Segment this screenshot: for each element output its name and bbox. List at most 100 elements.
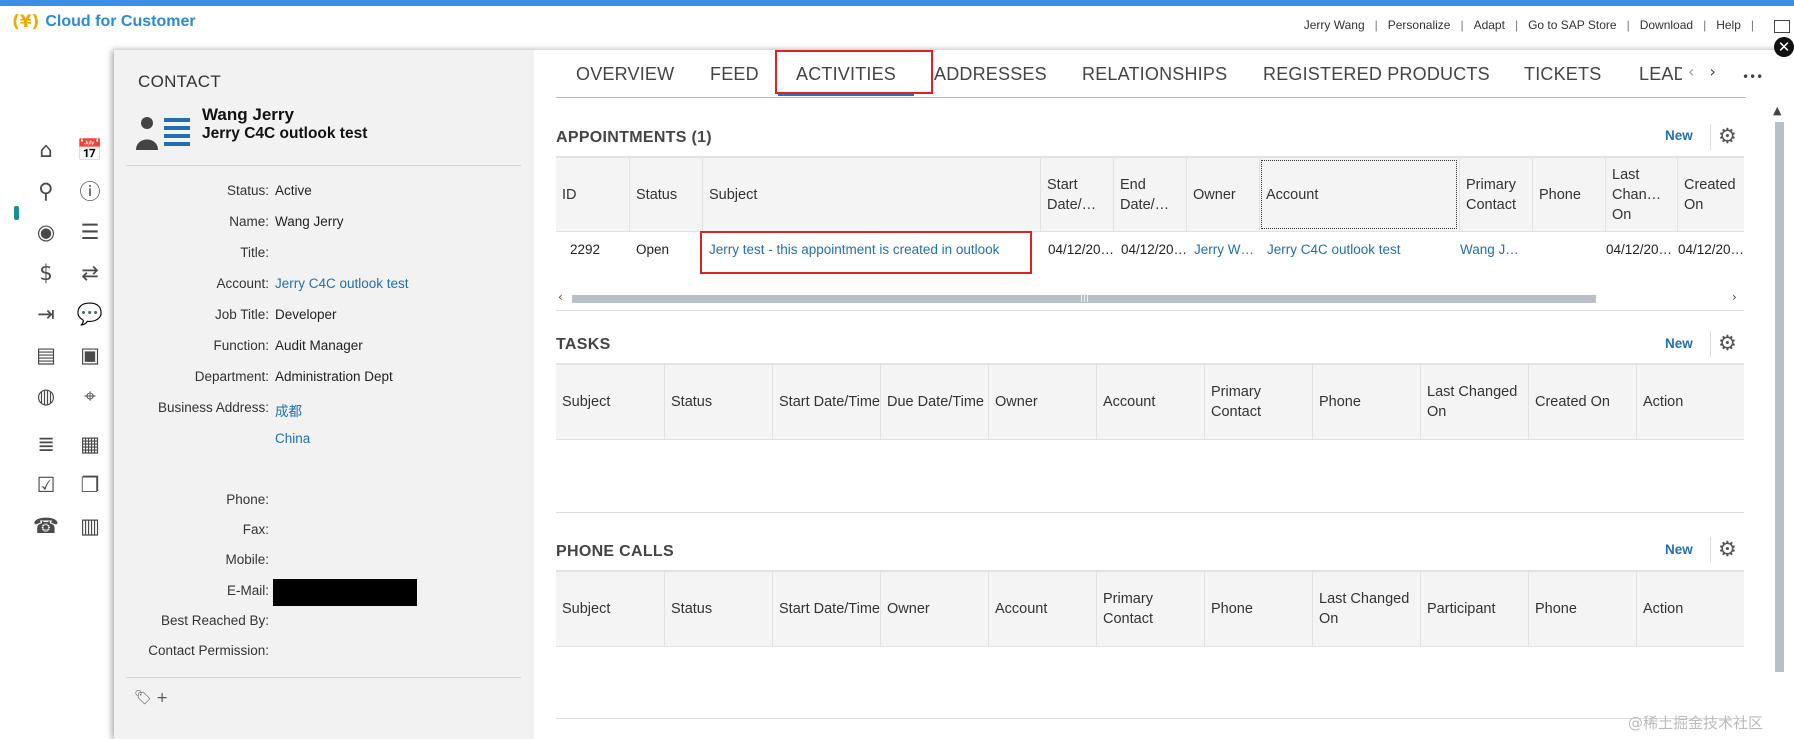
tab-addresses[interactable]: ADDRESSES — [934, 64, 1047, 85]
scroll-thumb[interactable] — [1775, 122, 1784, 672]
column-header[interactable]: Last Changed On — [1312, 572, 1420, 646]
tag-area[interactable]: 🏷 + — [134, 690, 168, 706]
dollar-icon[interactable]: $ — [32, 259, 60, 287]
calendar-icon[interactable]: 📅 — [76, 136, 104, 164]
column-header[interactable]: Phone — [1532, 158, 1605, 231]
nav-personalize[interactable]: Personalize — [1388, 18, 1451, 32]
tab-tickets[interactable]: TICKETS — [1524, 64, 1601, 85]
redacted-email — [273, 579, 417, 606]
phone-calls-new-button[interactable]: New — [1665, 542, 1693, 557]
column-header[interactable]: Owner — [988, 365, 1096, 439]
dollar-doc-icon[interactable]: ▣ — [76, 341, 104, 369]
list-icon[interactable]: ≣ — [32, 430, 60, 458]
gear-icon[interactable]: ⚙ — [1718, 331, 1737, 355]
alert-icon[interactable]: ⓘ — [76, 177, 104, 205]
scroll-up-icon[interactable]: ▲ — [1773, 104, 1781, 117]
nav-user[interactable]: Jerry Wang — [1304, 18, 1365, 32]
docs-icon[interactable]: ❐ — [76, 471, 104, 499]
column-header[interactable]: Subject — [556, 365, 664, 439]
nav-adapt[interactable]: Adapt — [1474, 18, 1505, 32]
column-header[interactable]: Last Changed On — [1420, 365, 1528, 439]
field-label: Function: — [213, 338, 269, 353]
column-header[interactable]: Phone — [1312, 365, 1420, 439]
tab-leads[interactable]: LEADS — [1639, 64, 1682, 85]
nav-download[interactable]: Download — [1640, 18, 1693, 32]
address-country[interactable]: China — [275, 431, 310, 446]
column-header[interactable]: Account — [988, 572, 1096, 646]
appointments-horizontal-scrollbar[interactable]: ‹ ||| › — [556, 290, 1744, 305]
app-logo[interactable]: (¥) Cloud for Customer — [12, 12, 196, 32]
contact-account: Jerry C4C outlook test — [202, 125, 368, 142]
column-header[interactable]: Participant — [1420, 572, 1528, 646]
column-header[interactable]: Phone — [1204, 572, 1312, 646]
nav-help[interactable]: Help — [1716, 18, 1741, 32]
column-header[interactable]: Start Date/Time — [772, 365, 880, 439]
search-icon[interactable]: ⚲ — [32, 177, 60, 205]
tab-registered-products[interactable]: REGISTERED PRODUCTS — [1263, 64, 1490, 85]
tab-overview[interactable]: OVERVIEW — [576, 64, 674, 85]
column-header[interactable]: Primary Contact — [1459, 158, 1532, 231]
grip-icon: ||| — [1080, 293, 1090, 303]
transfer-icon[interactable]: ⇄ — [76, 259, 104, 287]
home-icon[interactable]: ⌂ — [32, 136, 60, 164]
phone-calls-table-header: Subject Status Start Date/Time Owner Account… — [556, 570, 1744, 647]
column-header[interactable]: End Date/… — [1113, 158, 1186, 231]
tasks-new-button[interactable]: New — [1665, 336, 1693, 351]
column-header[interactable]: Owner — [880, 572, 988, 646]
column-header[interactable]: Account — [1096, 365, 1204, 439]
column-header[interactable]: Action — [1636, 365, 1744, 439]
column-header[interactable]: Action — [1636, 572, 1744, 646]
column-header[interactable]: Primary Contact — [1204, 365, 1312, 439]
column-header[interactable]: Primary Contact — [1096, 572, 1204, 646]
column-header[interactable]: Subject — [702, 158, 1040, 231]
field-value: Wang Jerry — [275, 214, 344, 229]
gear-icon[interactable]: ⚙ — [1718, 124, 1737, 148]
chevron-left-icon[interactable]: ‹ — [1688, 62, 1694, 81]
add-tag-button[interactable]: + — [156, 690, 168, 706]
column-header[interactable]: Start Date/… — [1040, 158, 1113, 231]
checklist-icon[interactable]: ☑ — [32, 471, 60, 499]
appt-account-link[interactable]: Jerry C4C outlook test — [1267, 242, 1401, 257]
column-header[interactable]: Status — [664, 365, 772, 439]
column-header[interactable]: Start Date/Time — [772, 572, 880, 646]
column-header[interactable]: ID — [556, 158, 629, 231]
calendar2-icon[interactable]: ▦ — [76, 430, 104, 458]
forecast-icon[interactable]: ⇥ — [32, 300, 60, 328]
column-header[interactable]: Phone — [1528, 572, 1636, 646]
map-icon[interactable]: ⌖ — [76, 382, 104, 410]
appointments-new-button[interactable]: New — [1665, 128, 1693, 143]
field-value: Developer — [275, 307, 337, 322]
person-icon[interactable]: ◉ — [32, 218, 60, 246]
column-header[interactable]: Account — [1259, 158, 1459, 231]
contact-list-icon[interactable]: ☰ — [76, 218, 104, 246]
window-icon[interactable] — [1774, 20, 1790, 33]
appt-owner-link[interactable]: Jerry W… — [1194, 242, 1254, 257]
chat-money-icon[interactable]: 💬 — [76, 300, 104, 328]
more-icon[interactable]: ••• — [1742, 70, 1763, 84]
nav-sap-store[interactable]: Go to SAP Store — [1528, 18, 1617, 32]
field-value[interactable]: Jerry C4C outlook test — [275, 276, 409, 291]
tab-relationships[interactable]: RELATIONSHIPS — [1082, 64, 1227, 85]
gear-icon[interactable]: ⚙ — [1718, 537, 1737, 561]
appt-contact-link[interactable]: Wang J… — [1460, 242, 1519, 257]
column-header[interactable]: Due Date/Time — [880, 365, 988, 439]
chevron-right-icon[interactable]: › — [1710, 62, 1716, 81]
scroll-left-icon[interactable]: ‹ — [558, 290, 563, 304]
column-header[interactable]: Created On — [1677, 158, 1744, 231]
vertical-scrollbar[interactable]: ▲ — [1772, 104, 1786, 674]
column-header[interactable]: Owner — [1186, 158, 1259, 231]
field-label: Name: — [229, 214, 269, 229]
phone-icon[interactable]: ☎ — [32, 512, 60, 540]
column-header[interactable]: Status — [664, 572, 772, 646]
tab-feed[interactable]: FEED — [710, 64, 759, 85]
clipboard-icon[interactable]: ▥ — [76, 512, 104, 540]
scroll-right-icon[interactable]: › — [1732, 290, 1737, 304]
field-value[interactable]: 成都 — [275, 400, 302, 420]
notebook-icon[interactable]: ▤ — [32, 341, 60, 369]
column-header[interactable]: Status — [629, 158, 702, 231]
column-header[interactable]: Created On — [1528, 365, 1636, 439]
column-header[interactable]: Subject — [556, 572, 664, 646]
globe-icon[interactable]: ◍ — [32, 382, 60, 410]
column-header[interactable]: Last Chan… On — [1605, 158, 1677, 231]
close-icon[interactable]: ✕ — [1774, 37, 1794, 57]
